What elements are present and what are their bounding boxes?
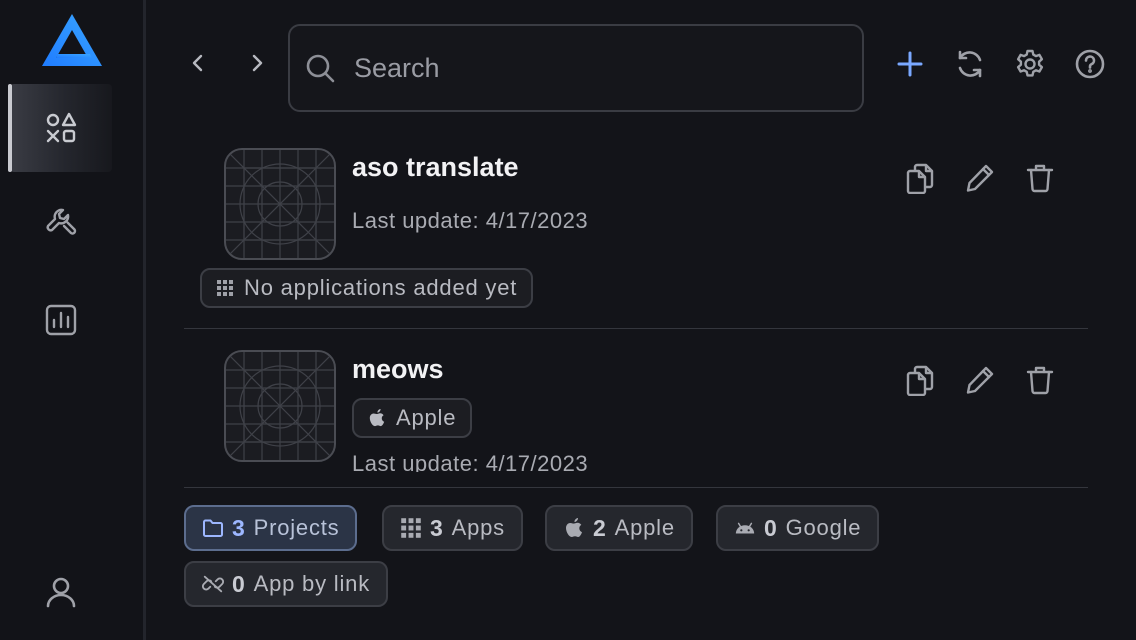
pencil-icon <box>966 366 994 394</box>
stat-label: Projects <box>253 515 340 540</box>
edit-button[interactable] <box>964 362 996 398</box>
delete-button[interactable] <box>1024 362 1056 398</box>
sidebar <box>0 0 143 640</box>
help-icon <box>1075 49 1105 79</box>
duplicate-button[interactable] <box>904 362 936 398</box>
stat-count: 0 <box>764 514 778 541</box>
plus-icon <box>897 51 923 77</box>
chevron-left-icon <box>192 54 203 72</box>
chevron-right-icon <box>252 54 263 72</box>
search-input[interactable] <box>354 52 814 84</box>
stat-count: 3 <box>232 514 246 541</box>
app-logo[interactable] <box>40 12 104 68</box>
chart-icon <box>45 304 77 336</box>
copy-icon <box>906 163 934 194</box>
stat-count: 3 <box>430 514 444 541</box>
refresh-button[interactable] <box>950 44 990 84</box>
grid-icon <box>217 280 233 296</box>
stat-apps[interactable]: 3 Apps <box>382 505 523 551</box>
last-update: Last update: 4/17/2023 <box>352 208 589 233</box>
stat-google[interactable]: 0 Google <box>716 505 880 551</box>
stat-apple[interactable]: 2 Apple <box>545 505 693 551</box>
add-button[interactable] <box>890 44 930 84</box>
pencil-icon <box>966 164 994 192</box>
app-icon-placeholder <box>224 350 336 462</box>
delete-button[interactable] <box>1024 160 1056 196</box>
link-off-icon <box>202 575 224 593</box>
trash-icon <box>1026 164 1054 193</box>
grid-icon <box>401 518 421 538</box>
edit-button[interactable] <box>964 160 996 196</box>
stat-projects[interactable]: 3 Projects <box>184 505 358 551</box>
no-apps-badge: No applications added yet <box>200 268 534 308</box>
stat-label: App by link <box>253 571 371 596</box>
project-title: aso translate <box>352 152 519 182</box>
sidebar-item-account[interactable] <box>10 548 112 636</box>
duplicate-button[interactable] <box>904 160 936 196</box>
project-card[interactable]: meows Apple Last update: 4/17/2023 <box>184 350 1088 472</box>
stat-count: 2 <box>593 514 607 541</box>
apps-shapes-icon <box>46 112 77 143</box>
forward-button[interactable] <box>241 46 273 80</box>
stat-label: Apple <box>614 515 675 540</box>
platform-label: Apple <box>396 405 457 430</box>
no-apps-text: No applications added yet <box>244 275 518 300</box>
back-button[interactable] <box>182 46 214 80</box>
project-title: meows <box>352 354 444 384</box>
platform-badge: Apple <box>352 398 473 438</box>
stat-label: Google <box>785 515 862 540</box>
tools-icon <box>46 208 77 235</box>
sidebar-item-analytics[interactable] <box>10 276 112 364</box>
android-icon <box>735 522 755 534</box>
trash-icon <box>1026 366 1054 395</box>
copy-icon <box>906 365 934 396</box>
stat-app-by-link[interactable]: 0 App by link <box>184 561 389 607</box>
apple-icon <box>566 518 582 537</box>
stats-divider <box>184 487 1088 488</box>
apple-icon <box>369 409 385 427</box>
app-icon-placeholder <box>224 148 336 260</box>
sidebar-item-tools[interactable] <box>10 178 112 266</box>
user-icon <box>46 577 76 608</box>
project-divider <box>184 328 1088 329</box>
gear-icon <box>1016 49 1044 77</box>
sidebar-item-apps[interactable] <box>8 84 112 172</box>
help-button[interactable] <box>1070 44 1110 84</box>
settings-button[interactable] <box>1010 44 1050 84</box>
stat-label: Apps <box>451 515 505 540</box>
last-update: Last update: 4/17/2023 <box>352 451 589 472</box>
refresh-icon <box>958 50 982 78</box>
search-icon <box>306 54 335 83</box>
search-box <box>288 24 864 112</box>
stat-count: 0 <box>232 570 246 597</box>
sidebar-divider <box>143 0 146 640</box>
project-card[interactable]: aso translate Last update: 4/17/2023 No … <box>184 148 1088 318</box>
folder-icon <box>203 519 223 537</box>
